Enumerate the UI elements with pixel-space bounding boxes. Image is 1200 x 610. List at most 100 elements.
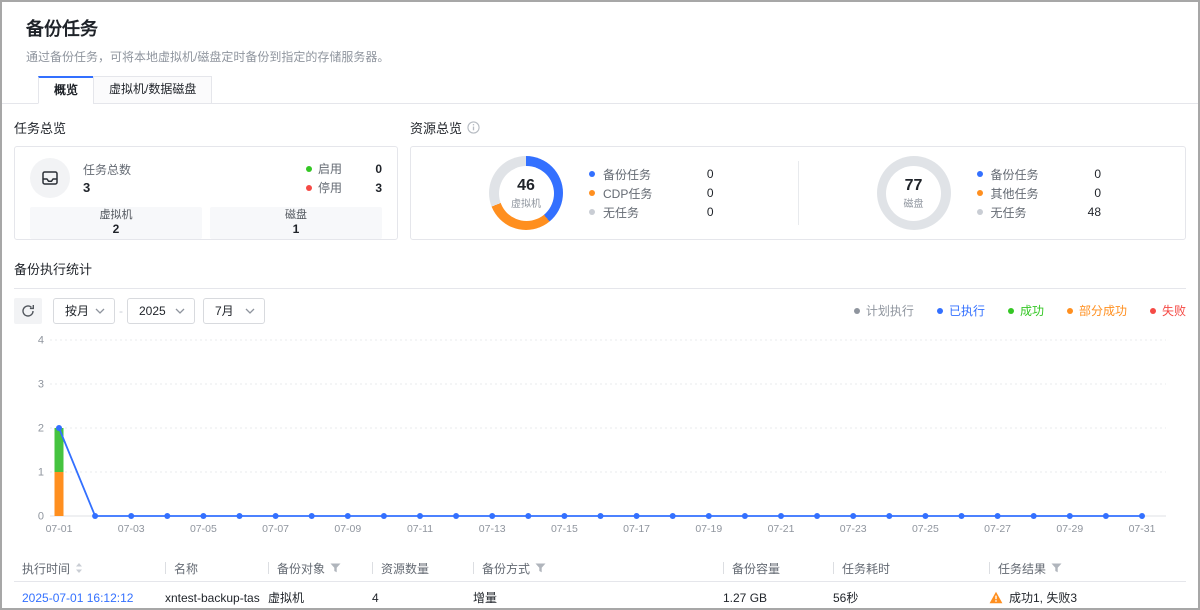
col-header-label: 执行时间 bbox=[22, 560, 70, 577]
chart-legend-item[interactable]: 失败 bbox=[1150, 302, 1186, 319]
resource-legend-label: CDP任务 bbox=[603, 185, 652, 202]
resource-legend-label: 无任务 bbox=[603, 204, 639, 221]
task-name-cell: xntest-backup-task bbox=[157, 591, 260, 605]
legend-dot bbox=[589, 190, 595, 196]
svg-text:07-07: 07-07 bbox=[262, 523, 289, 535]
chart-legend-item[interactable]: 已执行 bbox=[937, 302, 985, 319]
svg-text:07-29: 07-29 bbox=[1056, 523, 1083, 535]
resource-legend-row: 无任务48 bbox=[977, 205, 1102, 220]
task-total: 任务总数 3 bbox=[83, 161, 131, 195]
tab-overview[interactable]: 概览 bbox=[38, 76, 94, 104]
col-header-0[interactable]: 执行时间 bbox=[14, 560, 157, 577]
col-header-label: 资源数量 bbox=[381, 560, 429, 577]
chart-legend-label: 计划执行 bbox=[866, 302, 914, 319]
resource-legend-value: 0 bbox=[1094, 167, 1101, 181]
task-state-row: 启用0 bbox=[306, 159, 382, 178]
task-total-label: 任务总数 bbox=[83, 161, 131, 178]
table-body: 2025-07-01 16:12:12xntest-backup-task虚拟机… bbox=[14, 582, 1186, 610]
page-title: 备份任务 bbox=[26, 15, 1174, 41]
svg-text:0: 0 bbox=[38, 511, 44, 523]
legend-dot bbox=[937, 308, 943, 314]
chip-value: 2 bbox=[30, 222, 202, 236]
chart-legend-label: 部分成功 bbox=[1079, 302, 1127, 319]
resource-group: 77磁盘 备份任务 0 其他任务 0 无任务48 bbox=[799, 156, 1186, 230]
chart-legend-label: 已执行 bbox=[949, 302, 985, 319]
resource-legend-label: 无任务 bbox=[991, 204, 1027, 221]
task-count-chip[interactable]: 磁盘1 bbox=[210, 207, 382, 239]
svg-text:2: 2 bbox=[38, 423, 44, 435]
chart-legend-item[interactable]: 部分成功 bbox=[1067, 302, 1127, 319]
chart-legend-item[interactable]: 成功 bbox=[1008, 302, 1044, 319]
chart-legend: 计划执行 已执行 成功 部分成功 失败 bbox=[854, 302, 1186, 319]
task-states: 启用0停用3 bbox=[306, 159, 382, 197]
chart-legend-item[interactable]: 计划执行 bbox=[854, 302, 914, 319]
chevron-down-icon bbox=[245, 308, 255, 314]
svg-text:07-13: 07-13 bbox=[479, 523, 506, 535]
donut-label: 磁盘 bbox=[904, 195, 924, 210]
column-separator bbox=[268, 562, 269, 574]
col-header-2[interactable]: 备份对象 bbox=[260, 560, 364, 577]
table-header: 执行时间名称备份对象资源数量备份方式备份容量任务耗时任务结果 bbox=[14, 555, 1186, 582]
col-header-label: 任务结果 bbox=[998, 560, 1046, 577]
resource-legend-row: CDP任务 0 bbox=[589, 186, 714, 201]
donut-center: 46虚拟机 bbox=[499, 166, 554, 221]
sort-icon[interactable] bbox=[75, 562, 83, 574]
svg-text:07-19: 07-19 bbox=[695, 523, 722, 535]
chip-label: 虚拟机 bbox=[30, 209, 202, 222]
resource-legend-value: 0 bbox=[707, 167, 714, 181]
legend-dot bbox=[977, 190, 983, 196]
status-dot bbox=[306, 166, 312, 172]
month-value: 7月 bbox=[215, 302, 245, 319]
donut-value: 46 bbox=[517, 177, 535, 194]
col-header-label: 备份方式 bbox=[482, 560, 530, 577]
info-icon[interactable] bbox=[467, 121, 480, 134]
column-separator bbox=[833, 562, 834, 574]
resource-legend-row: 其他任务 0 bbox=[977, 186, 1102, 201]
col-header-7[interactable]: 任务结果 bbox=[981, 560, 1186, 577]
year-value: 2025 bbox=[139, 304, 175, 318]
filter-icon[interactable] bbox=[1051, 563, 1062, 573]
chevron-down-icon bbox=[95, 308, 105, 314]
column-separator bbox=[372, 562, 373, 574]
status-dot bbox=[306, 185, 312, 191]
resource-overview-panel: 46虚拟机 备份任务 0 CDP任务 0 无任务0 77磁盘 备份任务 0 其他任务 0 无任务48 bbox=[410, 146, 1186, 240]
legend-dot bbox=[977, 209, 983, 215]
chart-legend-label: 成功 bbox=[1020, 302, 1044, 319]
svg-text:1: 1 bbox=[38, 467, 44, 479]
col-header-4[interactable]: 备份方式 bbox=[465, 560, 715, 577]
svg-text:4: 4 bbox=[38, 335, 44, 347]
resource-legend-value: 0 bbox=[707, 186, 714, 200]
svg-text:07-25: 07-25 bbox=[912, 523, 939, 535]
backup-stats-chart: 4321007-0107-0307-0507-0707-0907-1107-13… bbox=[14, 328, 1190, 546]
year-select[interactable]: 2025 bbox=[127, 298, 195, 324]
legend-dot bbox=[977, 171, 983, 177]
resource-legend-label: 其他任务 bbox=[991, 185, 1039, 202]
resource-legend-label: 备份任务 bbox=[603, 166, 651, 183]
resource-legend-label: 备份任务 bbox=[991, 166, 1039, 183]
task-result: 成功1, 失败3 bbox=[989, 589, 1077, 606]
tab-vm-data-disk[interactable]: 虚拟机/数据磁盘 bbox=[93, 76, 212, 104]
tabbar: 概览 虚拟机/数据磁盘 bbox=[2, 76, 1198, 104]
chart-legend-label: 失败 bbox=[1162, 302, 1186, 319]
refresh-button[interactable] bbox=[14, 298, 42, 324]
page-subtitle: 通过备份任务，可将本地虚拟机/磁盘定时备份到指定的存储服务器。 bbox=[26, 48, 1174, 65]
resource-legend: 备份任务 0 CDP任务 0 无任务0 bbox=[589, 163, 798, 224]
chevron-down-icon bbox=[175, 308, 185, 314]
filter-icon[interactable] bbox=[535, 563, 546, 573]
donut-center: 77磁盘 bbox=[886, 166, 941, 221]
task-count-chip[interactable]: 虚拟机2 bbox=[30, 207, 202, 239]
resource-group: 46虚拟机 备份任务 0 CDP任务 0 无任务0 bbox=[411, 156, 798, 230]
stats-title: 备份执行统计 bbox=[14, 259, 1186, 278]
task-overview-section: 任务总览 任务总数 3 启用0停用3 虚拟机2磁盘1 bbox=[14, 118, 398, 240]
month-select[interactable]: 7月 bbox=[203, 298, 265, 324]
task-result-text: 成功1, 失败3 bbox=[1009, 589, 1077, 606]
run-time-link[interactable]: 2025-07-01 16:12:12 bbox=[14, 591, 157, 605]
filter-icon[interactable] bbox=[330, 563, 341, 573]
resource-legend-value: 0 bbox=[1094, 186, 1101, 200]
svg-text:07-01: 07-01 bbox=[46, 523, 73, 535]
period-mode-select[interactable]: 按月 bbox=[53, 298, 115, 324]
resource-legend-row: 无任务0 bbox=[589, 205, 714, 220]
col-header-3: 资源数量 bbox=[364, 560, 465, 577]
svg-text:3: 3 bbox=[38, 379, 44, 391]
svg-text:07-31: 07-31 bbox=[1129, 523, 1156, 535]
